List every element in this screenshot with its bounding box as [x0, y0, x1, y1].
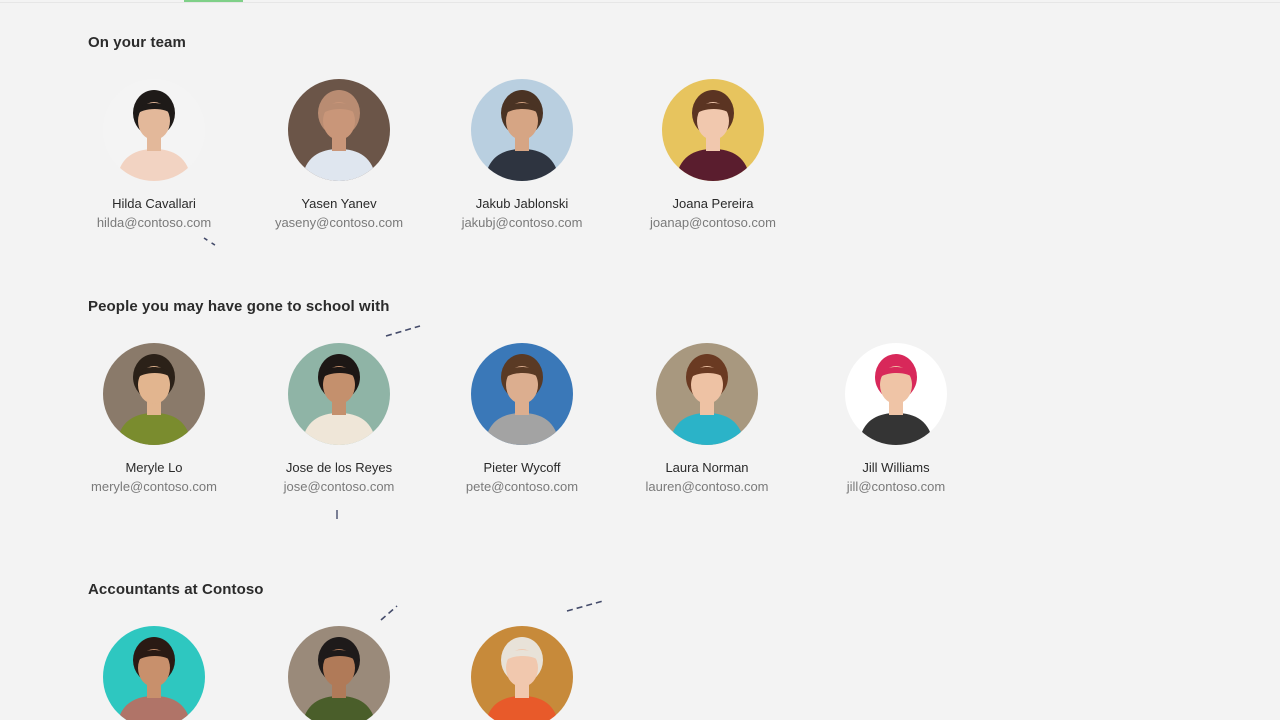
portrait-image: [656, 343, 758, 445]
avatar: [656, 343, 758, 445]
person-card[interactable]: Pieter Wycoff pete@contoso.com: [437, 343, 607, 494]
avatar: [471, 343, 573, 445]
person-card[interactable]: Jose de los Reyes jose@contoso.com: [254, 343, 424, 494]
person-card[interactable]: Meryle Lo meryle@contoso.com: [69, 343, 239, 494]
person-card[interactable]: Hilda Cavallari hilda@contoso.com: [69, 79, 239, 230]
portrait-image: [845, 343, 947, 445]
person-email: pete@contoso.com: [465, 479, 579, 494]
avatar: [845, 343, 947, 445]
section-accountants: Accountants at Contoso: [88, 581, 264, 598]
cursor-mark: [336, 510, 338, 519]
person-card[interactable]: Jakub Jablonski jakubj@contoso.com: [437, 79, 607, 230]
person-email: jakubj@contoso.com: [461, 215, 583, 230]
person-email: yaseny@contoso.com: [274, 215, 404, 230]
portrait-image: [471, 626, 573, 720]
person-name: Yasen Yanev: [301, 196, 377, 211]
avatar: [471, 79, 573, 181]
portrait-image: [471, 343, 573, 445]
portrait-image: [662, 79, 764, 181]
person-card[interactable]: [69, 626, 239, 720]
avatar: [288, 343, 390, 445]
dashed-stroke: [566, 600, 604, 612]
portrait-image: [288, 79, 390, 181]
person-card[interactable]: Joana Pereira joanap@contoso.com: [628, 79, 798, 230]
dashed-stroke: [203, 237, 219, 248]
portrait-image: [103, 343, 205, 445]
avatar: [103, 79, 205, 181]
dashed-stroke: [380, 605, 398, 621]
person-card[interactable]: Jill Williams jill@contoso.com: [811, 343, 981, 494]
portrait-image: [103, 79, 205, 181]
person-card[interactable]: Laura Norman lauren@contoso.com: [622, 343, 792, 494]
person-email: hilda@contoso.com: [96, 215, 212, 230]
person-email: jose@contoso.com: [283, 479, 395, 494]
person-email: lauren@contoso.com: [645, 479, 769, 494]
person-name: Jakub Jablonski: [475, 196, 569, 211]
avatar: [288, 79, 390, 181]
dashed-stroke: [385, 325, 421, 337]
avatar: [103, 343, 205, 445]
portrait-image: [288, 343, 390, 445]
person-email: jill@contoso.com: [846, 479, 946, 494]
person-card[interactable]: [437, 626, 607, 720]
section-title: On your team: [88, 34, 186, 51]
section-title: Accountants at Contoso: [88, 581, 264, 598]
portrait-image: [103, 626, 205, 720]
person-name: Joana Pereira: [672, 196, 754, 211]
person-name: Laura Norman: [665, 460, 749, 475]
person-email: joanap@contoso.com: [650, 215, 776, 230]
person-name: Jill Williams: [862, 460, 930, 475]
section-title: People you may have gone to school with: [88, 298, 390, 315]
avatar: [288, 626, 390, 720]
avatar: [662, 79, 764, 181]
avatar: [103, 626, 205, 720]
person-card[interactable]: [254, 626, 424, 720]
person-name: Hilda Cavallari: [112, 196, 196, 211]
person-card[interactable]: Yasen Yanev yaseny@contoso.com: [254, 79, 424, 230]
portrait-image: [288, 626, 390, 720]
portrait-image: [471, 79, 573, 181]
person-email: meryle@contoso.com: [91, 479, 217, 494]
person-name: Meryle Lo: [125, 460, 183, 475]
header-divider: [0, 2, 1280, 3]
avatar: [471, 626, 573, 720]
section-school: People you may have gone to school with: [88, 298, 389, 315]
person-name: Jose de los Reyes: [285, 460, 393, 475]
person-name: Pieter Wycoff: [483, 460, 561, 475]
people-page: On your team Hilda Cavallari hilda@conto…: [0, 0, 1280, 720]
section-on-your-team: On your team: [88, 34, 186, 51]
